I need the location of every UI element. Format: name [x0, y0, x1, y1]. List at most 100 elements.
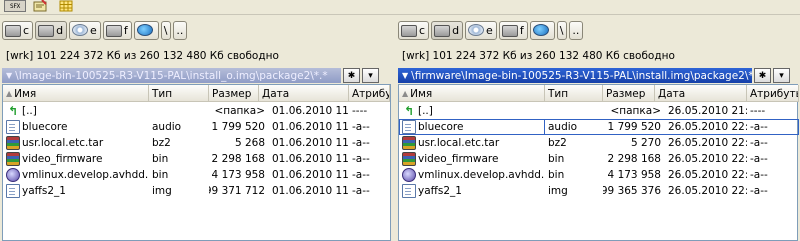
file-date-cell: 26.05.2010 21:34: [668, 105, 747, 117]
column-type[interactable]: Тип: [149, 85, 209, 102]
file-row[interactable]: yaffs2_1 img 99 365 376 26.05.2010 22:34-a-…: [399, 183, 799, 199]
hard-disk-icon: [105, 25, 122, 37]
column-date[interactable]: Дата: [655, 85, 747, 102]
drive-bar: c d e f \ ..: [0, 19, 188, 41]
file-name-cell: bluecore: [3, 119, 149, 135]
hard-disk-icon: [5, 25, 21, 37]
file-row[interactable]: yaffs2_1 img 99 371 712 01.06.2010 11:18-a-…: [3, 183, 390, 199]
free-space-label: [wrk] 101 224 372 Кб из 260 132 480 Кб с…: [402, 50, 675, 62]
hard-disk-icon: [38, 25, 55, 37]
file-type-cell: [149, 103, 209, 119]
cd-drive-icon: [468, 24, 485, 36]
file-date-cell: 01.06.2010 11:18: [272, 137, 349, 149]
drive-c-button[interactable]: c: [398, 20, 430, 40]
file-date-cell: 26.05.2010 22:34: [668, 153, 747, 165]
free-space-label: [wrk] 101 224 372 Кб из 260 132 480 Кб с…: [6, 50, 279, 62]
parent-dir-button[interactable]: ..: [173, 20, 188, 40]
drive-e-button[interactable]: e: [69, 20, 101, 40]
file-type-cell: audio: [548, 121, 578, 133]
column-size[interactable]: Размер: [209, 85, 259, 102]
sort-up-icon: ▲: [402, 89, 409, 98]
file-name-text: [..]: [22, 105, 37, 117]
file-row[interactable]: vmlinux.develop.avhdd... bin 4 173 958 26.0…: [399, 167, 799, 183]
column-type[interactable]: Тип: [545, 85, 603, 102]
column-size[interactable]: Размер: [603, 85, 655, 102]
network-drive-icon: [136, 24, 153, 36]
network-drive-button[interactable]: [529, 20, 555, 40]
current-path[interactable]: ▼ \firmware\Image-bin-100525-R3-V115-PAL\…: [398, 68, 752, 83]
hotlist-button[interactable]: ✱: [754, 68, 771, 83]
file-row[interactable]: usr.local.etc.tar bz2 5 268 01.06.2010 11:1…: [3, 135, 390, 151]
toolbar-divider: [0, 14, 800, 15]
hotlist-button[interactable]: ✱: [343, 68, 360, 83]
column-attrs-label: Атрибу: [352, 87, 390, 100]
history-down-icon[interactable]: ▼: [6, 71, 12, 80]
file-type-cell: bin: [548, 153, 565, 165]
file-row[interactable]: vmlinux.develop.avhdd... bin 4 173 958 01.0…: [3, 167, 390, 183]
drive-label: d: [56, 23, 64, 37]
drive-c-button[interactable]: c: [2, 20, 34, 40]
document-icon: [402, 184, 416, 198]
file-attrs-cell: ----: [352, 105, 368, 117]
file-name-cell: ↰ [..]: [399, 103, 545, 119]
file-row[interactable]: ↰[..] <папка> 26.05.2010 21:34----: [399, 103, 799, 119]
file-name-cell: video_firmware: [3, 151, 149, 167]
properties-icon[interactable]: [32, 0, 48, 12]
sfx-archive-icon[interactable]: SFX: [4, 0, 26, 12]
column-name-label: Имя: [410, 87, 433, 100]
file-name-text: bluecore: [22, 121, 68, 133]
file-size-cell: <папка>: [610, 105, 661, 117]
column-name[interactable]: ▲ Имя: [399, 85, 545, 102]
file-name-text: yaffs2_1: [22, 185, 66, 197]
drive-label: e: [90, 23, 97, 37]
file-row[interactable]: bluecore audio 1 799 520 01.06.2010 11:18-a…: [3, 119, 390, 135]
root-dir-button[interactable]: \: [556, 20, 568, 40]
drive-f-button[interactable]: f: [102, 20, 132, 40]
file-list[interactable]: ▲ Имя Тип Размер Дата Атрибу ↰ [..] <папка>…: [2, 84, 391, 241]
sort-up-icon: ▲: [6, 89, 13, 98]
file-name-cell: vmlinux.develop.avhdd...: [399, 167, 545, 183]
column-header: ▲ Имя Тип Размер Дата Атрибу: [3, 85, 390, 102]
file-attrs-cell: -a--: [352, 169, 370, 181]
file-row[interactable]: usr.local.etc.tar bz2 5 270 26.05.2010 22:3…: [399, 135, 799, 151]
file-attrs-cell: -a--: [750, 137, 768, 149]
file-row[interactable]: video_firmware bin 2 298 168 01.06.2010 11:…: [3, 151, 390, 167]
column-type-label: Тип: [152, 87, 173, 100]
left-panel: c d e f \ .. [wrk] 101 224 372 Кб из 260…: [0, 17, 391, 241]
history-button[interactable]: ▾: [362, 68, 379, 83]
drive-f-button[interactable]: f: [498, 20, 528, 40]
root-dir-button[interactable]: \: [160, 20, 172, 40]
history-button[interactable]: ▾: [773, 68, 790, 83]
grid-icon[interactable]: [58, 0, 74, 12]
parent-dir-button[interactable]: ..: [569, 20, 584, 40]
column-attrs[interactable]: Атрибу: [349, 85, 390, 102]
file-name-text: [..]: [418, 105, 433, 117]
file-row[interactable]: video_firmware bin 2 298 168 26.05.2010 22:…: [399, 151, 799, 167]
cd-drive-icon: [72, 24, 89, 36]
column-date[interactable]: Дата: [259, 85, 349, 102]
file-name-cell: usr.local.etc.tar: [399, 135, 545, 151]
file-date-cell: 26.05.2010 22:34: [668, 185, 747, 197]
drive-label: c: [23, 23, 30, 37]
current-path[interactable]: ▼ \Image-bin-100525-R3-V115-PAL\install_o…: [2, 68, 341, 83]
file-type-cell: bin: [152, 153, 169, 165]
drive-label: f: [519, 23, 524, 37]
drive-d-button[interactable]: d: [35, 20, 68, 40]
document-icon: [6, 120, 20, 134]
network-drive-button[interactable]: [133, 20, 159, 40]
column-attrs[interactable]: Атрибуты: [747, 85, 799, 102]
file-row[interactable]: ↰[..] <папка> 01.06.2010 11:18----: [3, 103, 390, 119]
history-down-icon[interactable]: ▼: [402, 71, 408, 80]
path-text: \Image-bin-100525-R3-V115-PAL\install_o.…: [15, 69, 328, 82]
hard-disk-icon: [401, 25, 417, 37]
root-dir-label: \: [163, 23, 168, 37]
drive-d-button[interactable]: d: [431, 20, 464, 40]
file-name-cell: video_firmware: [399, 151, 545, 167]
file-name-text: yaffs2_1: [418, 185, 462, 197]
column-name-label: Имя: [14, 87, 37, 100]
drive-e-button[interactable]: e: [465, 20, 497, 40]
file-row[interactable]: bluecore audio 1 799 520 26.05.2010 22:34-a…: [399, 119, 799, 135]
column-name[interactable]: ▲ Имя: [3, 85, 149, 102]
file-date-cell: 01.06.2010 11:18: [272, 185, 349, 197]
file-list[interactable]: ▲ Имя Тип Размер Дата Атрибуты ↰ [..] <папк…: [398, 84, 799, 241]
